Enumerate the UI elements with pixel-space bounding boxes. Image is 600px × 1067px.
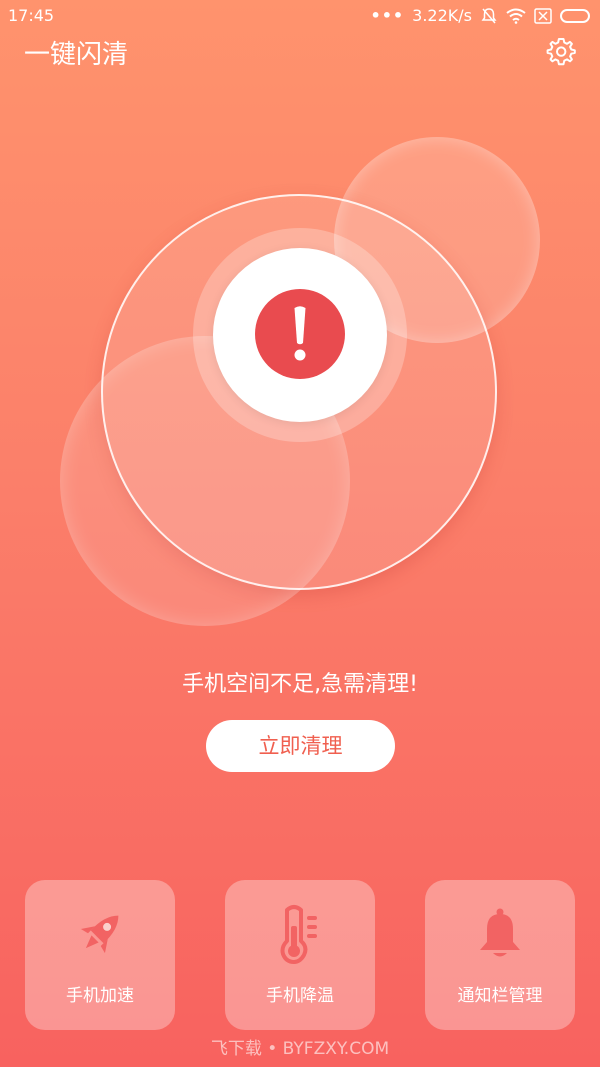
status-time: 17:45 bbox=[8, 6, 55, 25]
tool-label-cooldown: 手机降温 bbox=[266, 986, 334, 1006]
tool-card-notifications[interactable]: 通知栏管理 bbox=[425, 880, 575, 1030]
watermark: 飞下载 • BYFZXY.COM bbox=[210, 1039, 390, 1059]
status-icons: ••• 3.22K/s bbox=[370, 6, 590, 25]
bell-icon bbox=[480, 908, 520, 957]
tool-label-notifications: 通知栏管理 bbox=[457, 986, 543, 1006]
bell-muted-icon bbox=[481, 7, 497, 23]
gear-icon[interactable] bbox=[546, 36, 576, 66]
wifi-icon bbox=[506, 8, 526, 24]
warning-message: 手机空间不足,急需清理! bbox=[182, 672, 418, 697]
exclamation-icon bbox=[255, 289, 345, 379]
clean-now-button[interactable]: 立即清理 bbox=[206, 720, 395, 772]
tool-card-cooldown[interactable]: 手机降温 bbox=[225, 880, 375, 1030]
tool-card-speedup[interactable]: 手机加速 bbox=[25, 880, 175, 1030]
no-sim-icon bbox=[534, 7, 552, 24]
network-speed: 3.22K/s bbox=[412, 6, 472, 25]
more-dots: ••• bbox=[370, 6, 405, 25]
status-bar: 17:45 ••• 3.22K/s bbox=[0, 0, 600, 32]
battery-icon bbox=[560, 8, 590, 23]
rocket-icon bbox=[80, 915, 119, 954]
app-title: 一键闪清 bbox=[24, 40, 129, 70]
tool-label-speedup: 手机加速 bbox=[66, 986, 134, 1006]
thermometer-icon bbox=[280, 905, 317, 964]
